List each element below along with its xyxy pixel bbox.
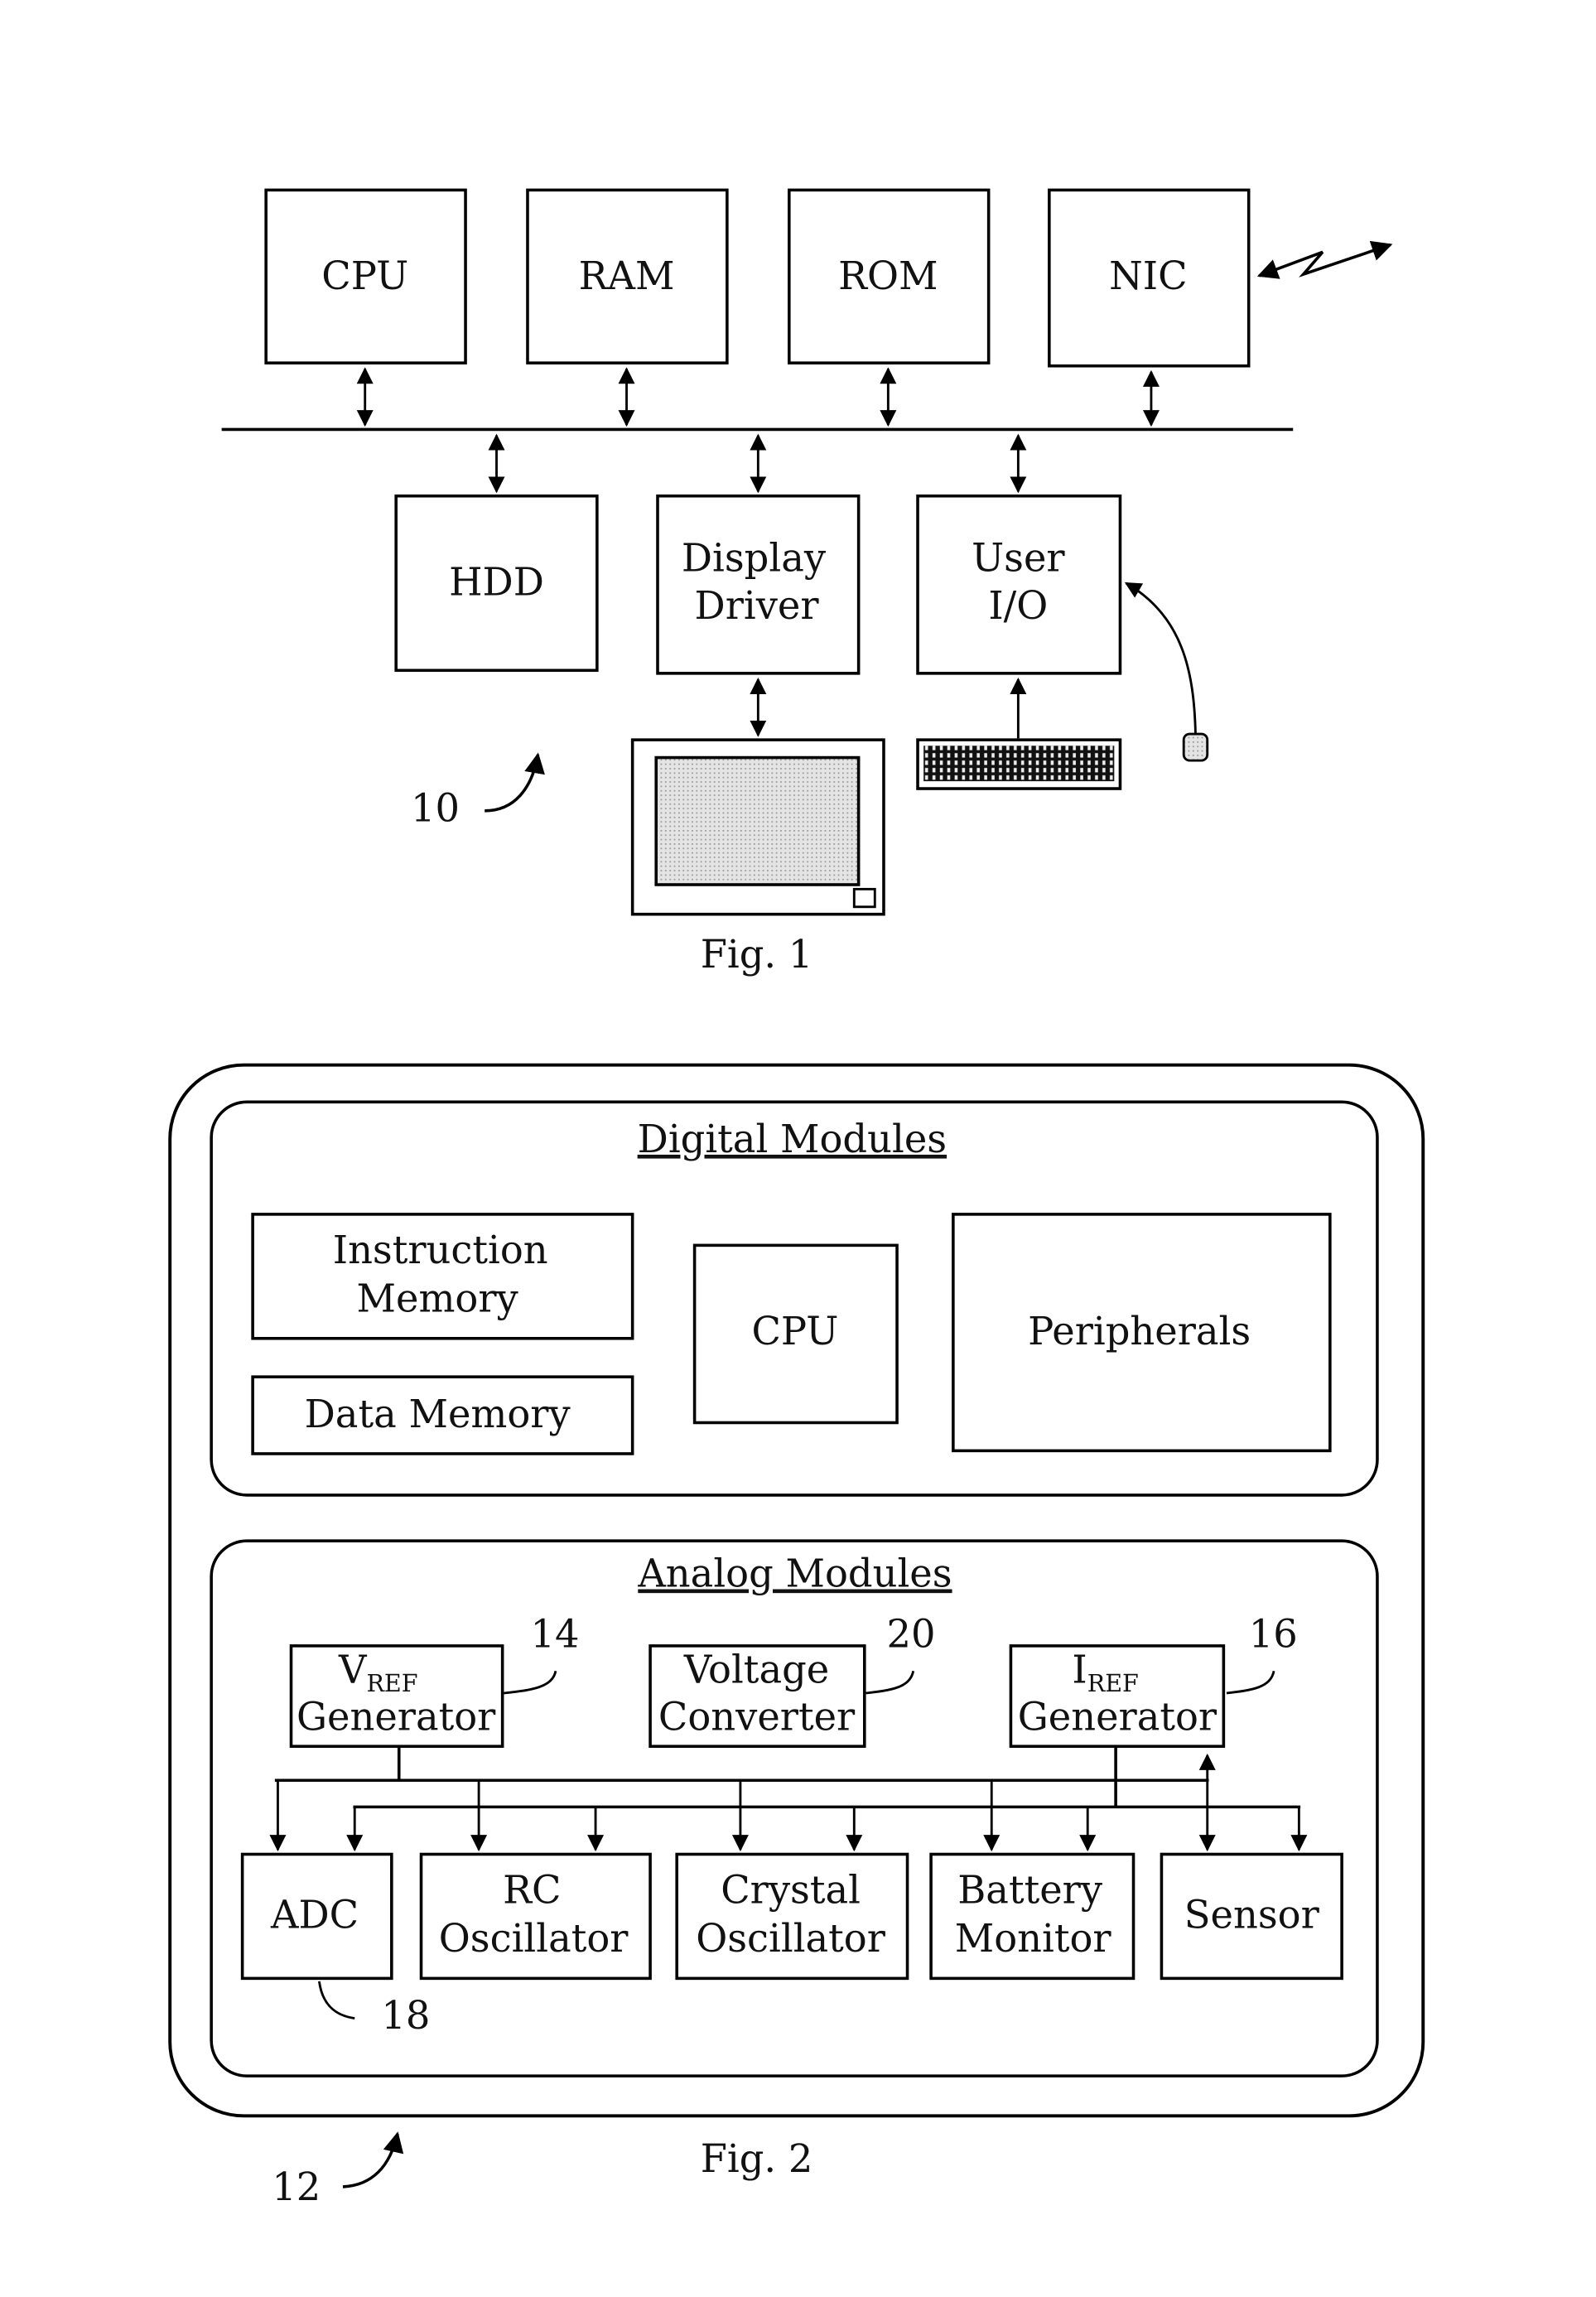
voltage-converter-block: Voltage Converter — [649, 1644, 866, 1749]
ref-16-leader — [1226, 1670, 1275, 1695]
display-driver-block: Display Driver — [656, 494, 861, 675]
ref-20-leader — [866, 1670, 915, 1695]
ref-18-leader — [317, 1981, 355, 2020]
user-io-block: User I/O — [916, 494, 1122, 675]
analog-modules-section: Analog Modules VREF Generator 14 Voltage… — [210, 1539, 1379, 2077]
monitor-icon — [630, 738, 885, 916]
rom-label: ROM — [838, 253, 938, 298]
digital-modules-title: Digital Modules — [638, 1117, 947, 1161]
crystal-oscillator-block: Crystal Oscillator — [675, 1852, 909, 1981]
iref-subscript: REF — [1087, 1670, 1139, 1697]
reference-numeral-18: 18 — [381, 1993, 430, 2038]
cpu-label: CPU — [321, 253, 408, 298]
rc-oscillator-label-line1: RC — [503, 1867, 561, 1912]
iref-bus — [346, 1746, 1308, 1852]
mouse-icon — [1182, 732, 1209, 762]
wireless-link-icon — [1256, 240, 1393, 279]
reference-numeral-16: 16 — [1249, 1612, 1298, 1657]
reference-numeral-10: 10 — [411, 785, 460, 830]
figure-1: CPU RAM ROM NIC HDD Display Driver User … — [221, 188, 1393, 977]
battery-monitor-block: Battery Monitor — [929, 1852, 1136, 1981]
reference-numeral-12: 12 — [272, 2164, 321, 2209]
user-io-label-line1: User — [972, 536, 1065, 581]
rc-oscillator-label-line2: Oscillator — [439, 1916, 629, 1961]
figure-2: Digital Modules Instruction Memory Data … — [168, 1063, 1425, 2209]
digital-modules-section: Digital Modules Instruction Memory Data … — [210, 1100, 1379, 1497]
figure-1-caption: Fig. 1 — [701, 932, 813, 977]
cpu-block: CPU — [264, 188, 467, 364]
digital-cpu-block: CPU — [692, 1243, 899, 1425]
voltage-converter-label-line2: Converter — [658, 1695, 856, 1740]
voltage-converter-label-line1: Voltage — [683, 1648, 829, 1692]
rom-block: ROM — [788, 188, 991, 364]
peripherals-label: Peripherals — [1028, 1309, 1251, 1354]
sensor-block: Sensor — [1160, 1852, 1343, 1981]
hdd-label: HDD — [449, 559, 544, 604]
ref-14-leader — [504, 1670, 557, 1695]
figure-2-caption: Fig. 2 — [701, 2136, 813, 2181]
keyboard-icon — [916, 738, 1122, 790]
instruction-memory-label-line2: Memory — [357, 1276, 519, 1321]
battery-monitor-label-line2: Monitor — [955, 1916, 1112, 1961]
display-driver-label-line2: Driver — [695, 583, 820, 628]
nic-label: NIC — [1109, 253, 1187, 298]
sensor-label: Sensor — [1184, 1893, 1320, 1937]
vref-label-line2: Generator — [297, 1695, 496, 1740]
ram-label: RAM — [579, 253, 675, 298]
patent-drawing: CPU RAM ROM NIC HDD Display Driver User … — [168, 188, 1425, 2209]
hdd-block: HDD — [394, 494, 599, 673]
adc-block: ADC — [240, 1852, 393, 1981]
crystal-oscillator-label-line2: Oscillator — [696, 1916, 885, 1961]
display-driver-label-line1: Display — [682, 536, 827, 581]
data-memory-block: Data Memory — [251, 1375, 634, 1455]
instruction-memory-block: Instruction Memory — [251, 1213, 634, 1340]
reference-10-arrow — [485, 752, 545, 813]
analog-modules-title: Analog Modules — [637, 1551, 952, 1596]
user-io-label-line2: I/O — [988, 583, 1048, 628]
vref-generator-block: VREF Generator — [289, 1644, 504, 1749]
iref-generator-block: IREF Generator — [1009, 1644, 1226, 1749]
iref-label-line2: Generator — [1018, 1695, 1217, 1740]
instruction-memory-label-line1: Instruction — [333, 1228, 548, 1272]
mouse-cable-arrow — [1124, 581, 1197, 735]
crystal-oscillator-label-line1: Crystal — [721, 1867, 861, 1912]
adc-label: ADC — [270, 1893, 359, 1937]
peripherals-block: Peripherals — [952, 1213, 1332, 1453]
vref-bus — [269, 1746, 1216, 1852]
digital-cpu-label: CPU — [751, 1309, 838, 1354]
rc-oscillator-block: RC Oscillator — [419, 1852, 652, 1981]
reference-12-arrow — [342, 2131, 404, 2188]
reference-numeral-14: 14 — [531, 1612, 580, 1657]
reference-numeral-20: 20 — [887, 1612, 936, 1657]
iref-main: I — [1072, 1648, 1087, 1692]
vref-main: V — [338, 1648, 368, 1692]
data-memory-label: Data Memory — [305, 1392, 571, 1436]
nic-block: NIC — [1048, 188, 1251, 368]
vref-subscript: REF — [366, 1670, 417, 1697]
battery-monitor-label-line1: Battery — [957, 1867, 1103, 1912]
ram-block: RAM — [526, 188, 729, 364]
